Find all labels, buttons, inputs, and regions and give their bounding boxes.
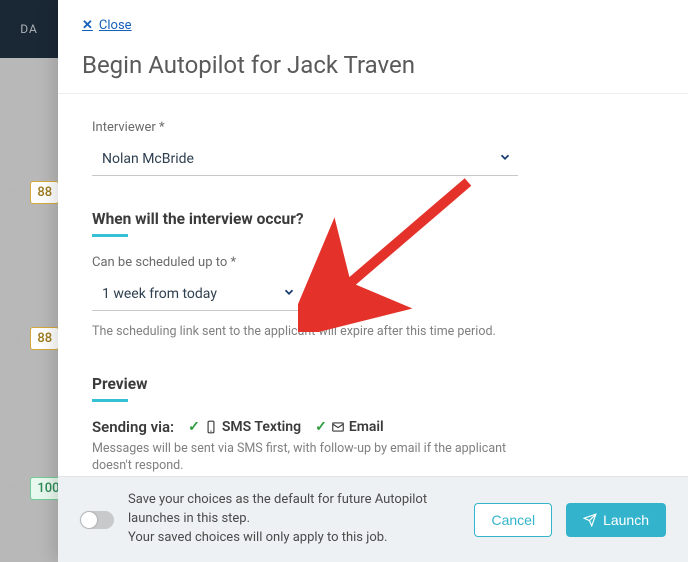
applicant-row: ☆100: [0, 464, 67, 512]
chevron-down-icon: [498, 150, 512, 168]
channel-sms-label: SMS Texting: [222, 419, 301, 435]
launch-button[interactable]: Launch: [566, 503, 666, 537]
preview-heading: Preview: [92, 375, 148, 402]
applicant-row: ☆ 88: [0, 168, 59, 216]
score-badge: 88: [30, 327, 59, 350]
interviewer-select[interactable]: Nolan McBride: [92, 143, 518, 176]
schedule-field-label: Can be scheduled up to *: [92, 255, 518, 270]
check-icon: ✓: [188, 419, 200, 435]
interviewer-value: Nolan McBride: [102, 151, 194, 167]
save-default-description: Save your choices as the default for fut…: [128, 491, 460, 548]
sending-via-label: Sending via:: [92, 418, 174, 436]
close-button[interactable]: ✕ Close: [82, 18, 132, 33]
modal-title: Begin Autopilot for Jack Traven: [82, 51, 664, 79]
star-icon[interactable]: ☆: [6, 183, 20, 202]
schedule-heading: When will the interview occur?: [92, 210, 304, 237]
score-badge: 88: [30, 181, 59, 204]
phone-icon: [204, 420, 218, 434]
autopilot-modal: ✕ Close Begin Autopilot for Jack Traven …: [58, 0, 688, 562]
modal-footer: Save your choices as the default for fut…: [58, 476, 688, 562]
close-label: Close: [99, 18, 132, 33]
check-icon: ✓: [315, 419, 327, 435]
paper-plane-icon: [583, 513, 597, 527]
interviewer-label: Interviewer *: [92, 120, 518, 135]
cancel-button[interactable]: Cancel: [474, 503, 552, 537]
schedule-window-select[interactable]: 1 week from today: [92, 278, 302, 311]
channel-email: ✓ Email: [315, 419, 384, 435]
launch-label: Launch: [603, 512, 649, 528]
channel-email-label: Email: [349, 419, 384, 435]
close-icon: ✕: [82, 18, 93, 33]
preview-helper-text: Messages will be sent via SMS first, wit…: [92, 440, 518, 475]
channel-sms: ✓ SMS Texting: [188, 419, 301, 435]
star-icon[interactable]: ☆: [6, 329, 20, 348]
star-icon[interactable]: ☆: [6, 479, 20, 498]
schedule-helper-text: The scheduling link sent to the applican…: [92, 323, 518, 341]
envelope-icon: [331, 420, 345, 434]
applicant-row: ☆ 88: [0, 314, 59, 362]
schedule-window-value: 1 week from today: [102, 286, 217, 302]
save-default-toggle[interactable]: [80, 511, 114, 529]
chevron-down-icon: [282, 285, 296, 303]
cancel-label: Cancel: [491, 512, 535, 528]
